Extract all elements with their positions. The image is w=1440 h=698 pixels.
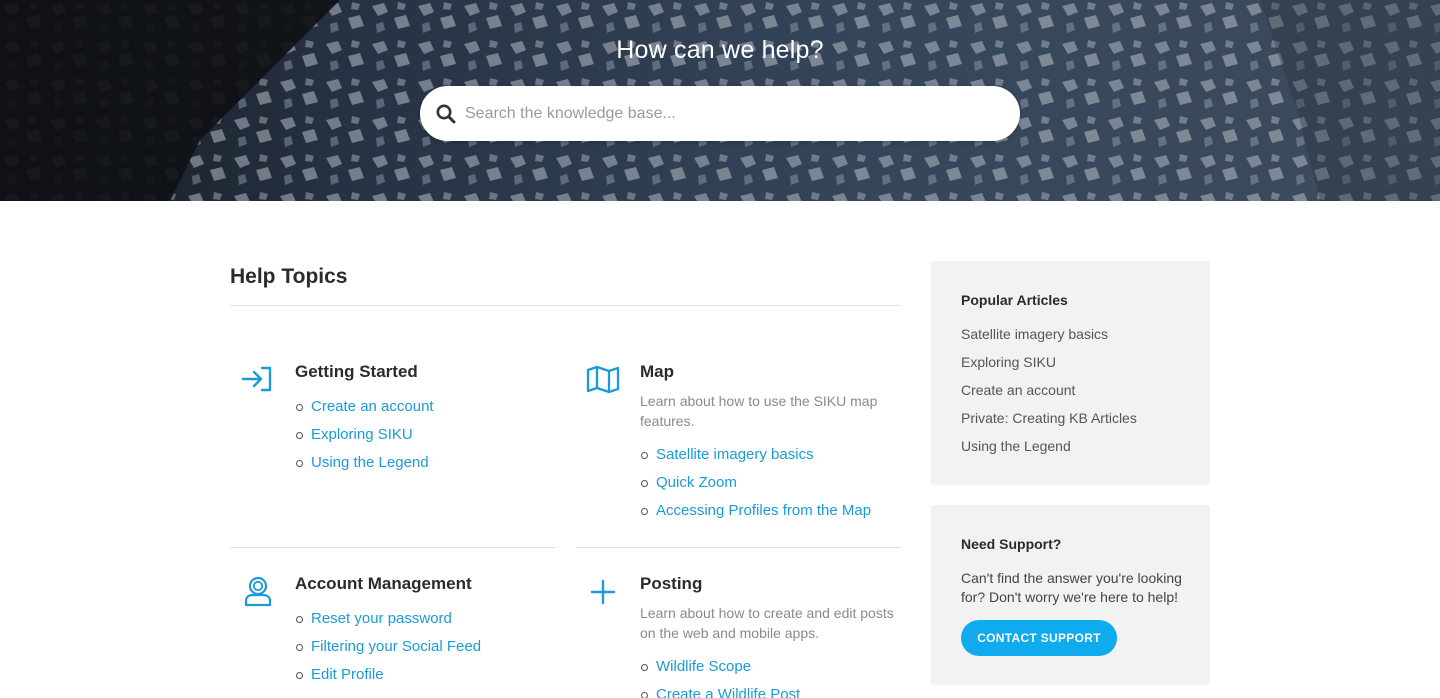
- topic-link[interactable]: Satellite imagery basics: [656, 446, 814, 463]
- popular-article-link[interactable]: Create an account: [961, 382, 1075, 398]
- hero-banner: How can we help?: [0, 0, 1440, 201]
- topic-link[interactable]: Exploring SIKU: [311, 426, 413, 443]
- topic-link[interactable]: Using the Legend: [311, 454, 429, 471]
- map-icon: [586, 365, 620, 394]
- topic-link-list: Satellite imagery basics Quick Zoom Acce…: [640, 445, 871, 529]
- topic-divider: [576, 547, 901, 548]
- topic-link[interactable]: Accessing Profiles from the Map: [656, 502, 871, 519]
- topic-link[interactable]: Wildlife Scope: [656, 658, 751, 675]
- topic-link[interactable]: Quick Zoom: [656, 474, 737, 491]
- plus-icon: [590, 579, 616, 605]
- list-item: Reset your password: [295, 609, 481, 637]
- list-item: Create a Wildlife Post: [640, 685, 800, 698]
- list-item: Edit Profile: [295, 665, 481, 693]
- topic-link[interactable]: Reset your password: [311, 610, 452, 627]
- support-card: Need Support? Can't find the answer you'…: [931, 505, 1210, 685]
- sign-in-arrow-icon: [241, 366, 272, 392]
- topic-map: Map Learn about how to use the SIKU map …: [586, 362, 901, 532]
- list-item: Accessing Profiles from the Map: [640, 501, 871, 529]
- popular-articles-title: Popular Articles: [961, 292, 1068, 308]
- topic-link-list: Wildlife Scope Create a Wildlife Post: [640, 657, 800, 698]
- list-item: Filtering your Social Feed: [295, 637, 481, 665]
- list-item: Quick Zoom: [640, 473, 871, 501]
- hero-title: How can we help?: [616, 36, 824, 64]
- topic-account-management: Account Management Reset your password F…: [241, 574, 555, 698]
- support-text: Can't find the answer you're looking for…: [961, 570, 1182, 605]
- topic-title: Getting Started: [295, 362, 418, 381]
- topic-divider: [230, 547, 555, 548]
- topic-title: Map: [640, 362, 674, 381]
- help-topics-title: Help Topics: [230, 265, 348, 288]
- list-item: Satellite imagery basics: [640, 445, 871, 473]
- topic-posting: Posting Learn about how to create and ed…: [586, 574, 901, 698]
- topic-title: Posting: [640, 574, 703, 593]
- contact-support-button[interactable]: CONTACT SUPPORT: [961, 620, 1117, 656]
- topic-description: Learn about how to use the SIKU map feat…: [640, 393, 878, 429]
- popular-articles-card: Popular Articles Satellite imagery basic…: [931, 261, 1210, 485]
- topic-link[interactable]: Create a Wildlife Post: [656, 686, 800, 698]
- support-title: Need Support?: [961, 536, 1062, 552]
- search-icon: [436, 104, 456, 124]
- popular-article-link[interactable]: Private: Creating KB Articles: [961, 410, 1137, 426]
- list-item: Using the Legend: [295, 453, 434, 481]
- help-topics-divider: [230, 305, 901, 306]
- search-box[interactable]: [420, 86, 1020, 141]
- list-item: Wildlife Scope: [640, 657, 800, 685]
- list-item: Create an account: [295, 397, 434, 425]
- topic-link[interactable]: Create an account: [311, 398, 434, 415]
- topic-link-list: Reset your password Filtering your Socia…: [295, 609, 481, 693]
- user-icon: [244, 576, 272, 607]
- popular-article-link[interactable]: Exploring SIKU: [961, 354, 1056, 370]
- topic-getting-started: Getting Started Create an account Explor…: [241, 362, 555, 482]
- topic-title: Account Management: [295, 574, 472, 593]
- list-item: Exploring SIKU: [295, 425, 434, 453]
- popular-article-link[interactable]: Using the Legend: [961, 438, 1071, 454]
- search-input[interactable]: [465, 86, 1005, 141]
- topic-description: Learn about how to create and edit posts…: [640, 605, 894, 641]
- topic-link[interactable]: Edit Profile: [311, 666, 384, 683]
- topic-link-list: Create an account Exploring SIKU Using t…: [295, 397, 434, 481]
- popular-article-link[interactable]: Satellite imagery basics: [961, 326, 1108, 342]
- topic-link[interactable]: Filtering your Social Feed: [311, 638, 481, 655]
